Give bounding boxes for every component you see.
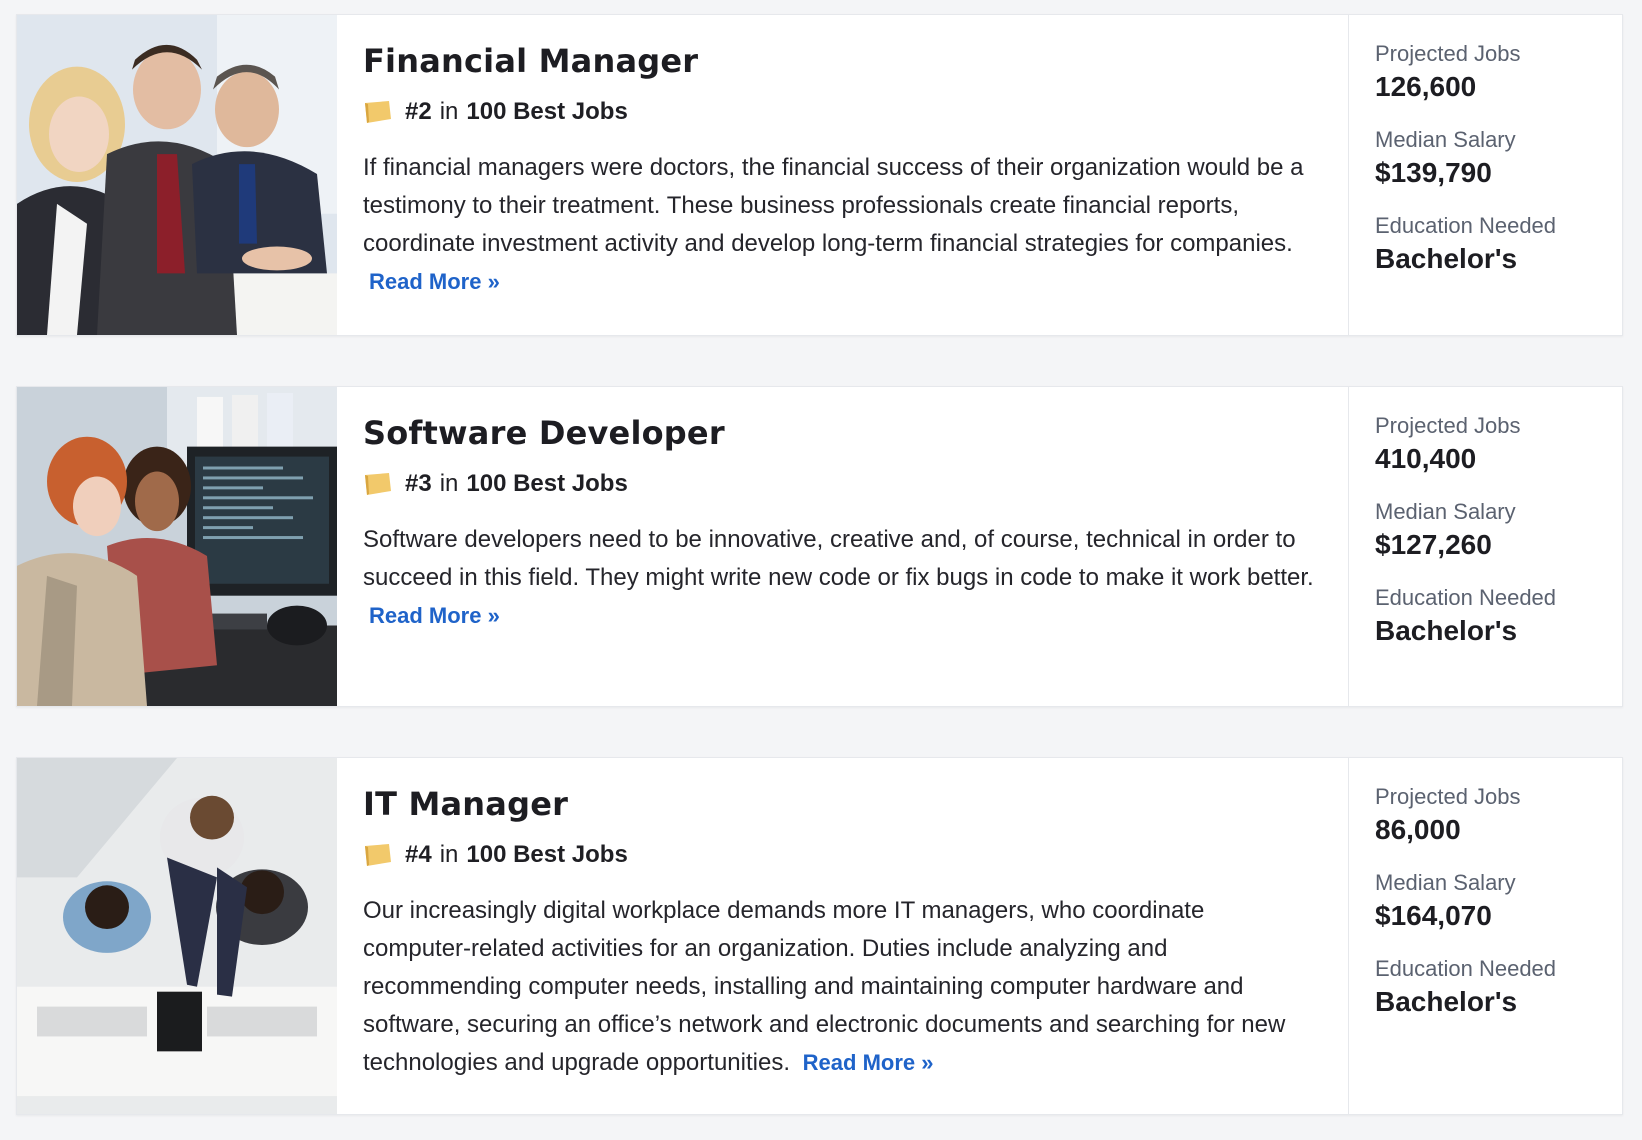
job-photo-image: [17, 15, 337, 335]
stat-projected-jobs: Projected Jobs 126,600: [1375, 41, 1598, 105]
stat-education: Education Needed Bachelor's: [1375, 585, 1598, 649]
rank-list-name[interactable]: 100 Best Jobs: [466, 469, 627, 499]
ribbon-flag-icon: [365, 101, 391, 123]
stat-value: Bachelor's: [1375, 615, 1518, 646]
job-stats: Projected Jobs 410,400 Median Salary $12…: [1349, 387, 1622, 706]
stat-label: Median Salary: [1375, 499, 1516, 524]
stat-value: $164,070: [1375, 900, 1492, 931]
stat-median-salary: Median Salary $164,070: [1375, 870, 1598, 934]
read-more-link[interactable]: Read More »: [369, 603, 500, 628]
job-list: Financial Manager #2 in 100 Best Jobs If…: [0, 0, 1642, 1140]
job-title[interactable]: IT Manager: [363, 784, 1318, 824]
job-description: Our increasingly digital workplace deman…: [363, 892, 1318, 1082]
stat-value: Bachelor's: [1375, 243, 1518, 274]
job-description-text: If financial managers were doctors, the …: [363, 154, 1304, 257]
stat-value: $139,790: [1375, 157, 1492, 188]
job-summary: Financial Manager #2 in 100 Best Jobs If…: [337, 15, 1349, 335]
job-photo-image: [17, 758, 337, 1114]
stat-label: Projected Jobs: [1375, 413, 1521, 438]
stat-label: Education Needed: [1375, 585, 1557, 610]
ribbon-flag-icon: [365, 844, 391, 866]
rank-in: in: [439, 841, 459, 868]
job-summary: IT Manager #4 in 100 Best Jobs Our incre…: [337, 758, 1349, 1114]
job-description: Software developers need to be innovativ…: [363, 521, 1318, 635]
job-rank: #2 in 100 Best Jobs: [363, 97, 1318, 127]
rank-number: #3: [405, 470, 432, 497]
stat-label: Projected Jobs: [1375, 41, 1521, 66]
stat-projected-jobs: Projected Jobs 86,000: [1375, 784, 1598, 848]
read-more-link[interactable]: Read More »: [803, 1050, 934, 1075]
stat-value: 126,600: [1375, 71, 1477, 102]
job-card: Financial Manager #2 in 100 Best Jobs If…: [16, 14, 1623, 336]
job-photo-business-meeting[interactable]: [17, 15, 337, 335]
job-photo-developers[interactable]: [17, 387, 337, 706]
stat-label: Median Salary: [1375, 870, 1516, 895]
stat-label: Education Needed: [1375, 213, 1557, 238]
job-photo-image: [17, 387, 337, 706]
stat-education: Education Needed Bachelor's: [1375, 213, 1598, 277]
rank-in: in: [439, 98, 459, 125]
stat-label: Education Needed: [1375, 956, 1557, 981]
ribbon-flag-icon: [365, 473, 391, 495]
job-rank: #3 in 100 Best Jobs: [363, 469, 1318, 499]
job-rank: #4 in 100 Best Jobs: [363, 840, 1318, 870]
job-title[interactable]: Financial Manager: [363, 41, 1318, 81]
stat-value: Bachelor's: [1375, 986, 1518, 1017]
stat-label: Projected Jobs: [1375, 784, 1521, 809]
stat-value: 86,000: [1375, 814, 1461, 845]
stat-education: Education Needed Bachelor's: [1375, 956, 1598, 1020]
stat-median-salary: Median Salary $127,260: [1375, 499, 1598, 563]
job-stats: Projected Jobs 126,600 Median Salary $13…: [1349, 15, 1622, 335]
rank-number: #2: [405, 98, 432, 125]
job-title[interactable]: Software Developer: [363, 413, 1318, 453]
stat-label: Median Salary: [1375, 127, 1516, 152]
job-description: If financial managers were doctors, the …: [363, 149, 1318, 301]
job-card: Software Developer #3 in 100 Best Jobs S…: [16, 386, 1623, 707]
job-stats: Projected Jobs 86,000 Median Salary $164…: [1349, 758, 1622, 1114]
stat-value: $127,260: [1375, 529, 1492, 560]
rank-list-name[interactable]: 100 Best Jobs: [466, 97, 627, 127]
job-description-text: Software developers need to be innovativ…: [363, 526, 1314, 591]
stat-median-salary: Median Salary $139,790: [1375, 127, 1598, 191]
rank-number: #4: [405, 841, 432, 868]
stat-projected-jobs: Projected Jobs 410,400: [1375, 413, 1598, 477]
stat-value: 410,400: [1375, 443, 1477, 474]
read-more-link[interactable]: Read More »: [369, 269, 500, 294]
rank-in: in: [439, 470, 459, 497]
rank-list-name[interactable]: 100 Best Jobs: [466, 840, 627, 870]
job-card: IT Manager #4 in 100 Best Jobs Our incre…: [16, 757, 1623, 1115]
job-photo-office-team[interactable]: [17, 758, 337, 1114]
job-summary: Software Developer #3 in 100 Best Jobs S…: [337, 387, 1349, 706]
